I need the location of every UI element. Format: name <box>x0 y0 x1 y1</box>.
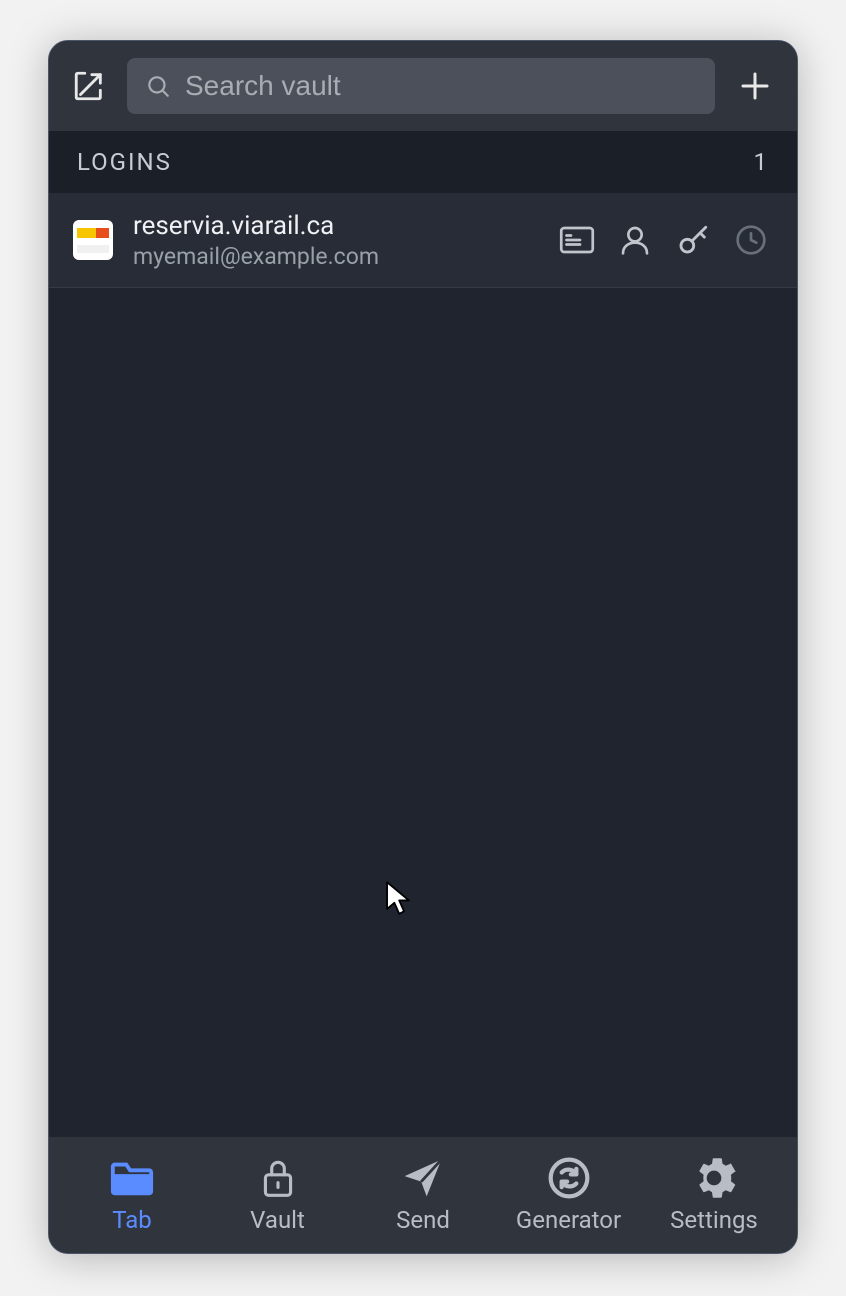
fill-button[interactable] <box>559 222 595 258</box>
nav-tab[interactable]: Tab <box>77 1156 187 1234</box>
folder-icon <box>109 1156 155 1200</box>
nav-settings[interactable]: Settings <box>659 1156 769 1234</box>
sync-icon <box>547 1156 591 1200</box>
user-icon <box>619 223 651 257</box>
plus-icon <box>737 68 773 104</box>
login-title: reservia.viarail.ca <box>133 211 539 241</box>
popout-button[interactable] <box>69 66 109 106</box>
cursor-icon <box>385 881 411 915</box>
search-box[interactable] <box>127 58 715 114</box>
add-button[interactable] <box>733 64 777 108</box>
login-item[interactable]: reservia.viarail.ca myemail@example.com <box>49 193 797 288</box>
nav-send[interactable]: Send <box>368 1156 478 1234</box>
lock-icon <box>259 1156 297 1200</box>
gear-icon <box>692 1156 736 1200</box>
recent-indicator <box>733 222 769 258</box>
clock-icon <box>735 224 767 256</box>
nav-vault[interactable]: Vault <box>223 1156 333 1234</box>
logins-section-header: LOGINS 1 <box>49 131 797 193</box>
bottom-nav: Tab Vault Send <box>49 1137 797 1253</box>
login-favicon-icon <box>73 220 113 260</box>
login-subtitle: myemail@example.com <box>133 243 539 270</box>
copy-username-button[interactable] <box>617 222 653 258</box>
login-actions <box>559 222 775 258</box>
nav-generator-label: Generator <box>516 1206 621 1234</box>
nav-vault-label: Vault <box>250 1206 305 1234</box>
nav-generator[interactable]: Generator <box>514 1156 624 1234</box>
section-title: LOGINS <box>77 148 172 176</box>
key-icon <box>676 223 710 257</box>
copy-password-button[interactable] <box>675 222 711 258</box>
nav-tab-label: Tab <box>112 1206 152 1234</box>
search-input[interactable] <box>185 70 697 102</box>
login-text: reservia.viarail.ca myemail@example.com <box>133 211 539 270</box>
section-count: 1 <box>754 148 770 176</box>
credential-card-icon <box>559 225 595 255</box>
popout-icon <box>72 69 106 103</box>
paper-plane-icon <box>401 1156 445 1200</box>
search-icon <box>145 73 171 99</box>
header-bar <box>49 41 797 131</box>
nav-send-label: Send <box>396 1206 450 1234</box>
content-area <box>49 288 797 1137</box>
nav-settings-label: Settings <box>670 1206 758 1234</box>
app-window: LOGINS 1 reservia.viarail.ca myemail@exa… <box>48 40 798 1254</box>
